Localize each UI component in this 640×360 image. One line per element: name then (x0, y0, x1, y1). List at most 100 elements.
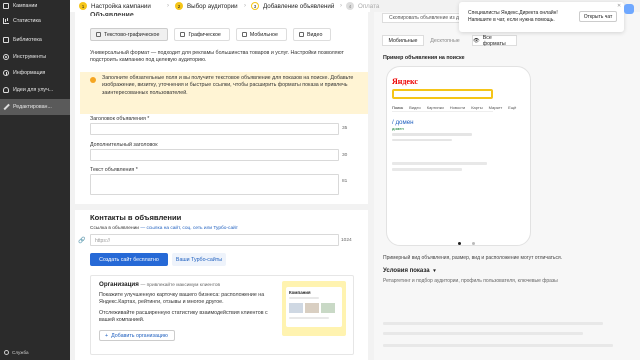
search-menu: Поиск Видео Картинки Новости Карты Марке… (392, 105, 516, 110)
sidebar-item-campaigns[interactable]: Кампании (0, 0, 70, 14)
chevron-right-icon: › (340, 3, 342, 9)
support-label: Служба (12, 350, 29, 355)
conditions-toggle[interactable]: Условия показа ▾ (383, 268, 436, 274)
tab-label: Мобильное (249, 31, 278, 38)
format-description: Универсальный формат — подходит для рекл… (90, 50, 344, 63)
sidebar-item-label: Инструменты (13, 54, 47, 60)
ad-editor: Объявление Текстово-графическое Графичес… (75, 12, 368, 360)
all-formats-button[interactable]: 👁 Все форматы (472, 34, 517, 47)
menu-item: Поиск (392, 105, 404, 110)
step-number: 3 (251, 2, 259, 10)
separator (392, 111, 493, 112)
step-audience[interactable]: 2 Выбор аудитории (175, 1, 238, 11)
tab-video[interactable]: Видео (292, 28, 332, 41)
contacts-title: Контакты в объявлении (90, 213, 182, 222)
warning-icon (90, 77, 96, 83)
ad-text-input[interactable] (90, 174, 339, 195)
text-field-label: Текст объявления * (90, 167, 138, 173)
sidebar: Кампании Статистика Библиотека Инструмен… (0, 0, 70, 360)
chat-icon[interactable] (624, 4, 634, 14)
sidebar-item-label: Статистика (13, 18, 41, 24)
org-preview-card: Компания (286, 287, 342, 327)
yandex-logo: Яндекс (392, 77, 418, 86)
step-payment[interactable]: 4 Оплата (346, 1, 379, 11)
sidebar-item-editing[interactable]: Редактирован... (0, 99, 70, 115)
info-icon (3, 70, 9, 76)
all-formats-label: Все форматы (482, 34, 506, 47)
edit-icon (3, 104, 9, 110)
sidebar-item-label: Идеи для улуч... (13, 87, 54, 93)
image-icon (180, 32, 186, 37)
tab-label: Видео (306, 31, 323, 38)
chat-toast: Специалисты Яндекс.Директа онлайн! Напиш… (459, 2, 624, 32)
link-icon: 🔗 (78, 238, 86, 244)
video-icon (298, 32, 304, 37)
title-counter: 35 (342, 126, 348, 131)
sidebar-item-label: Информация (13, 70, 46, 76)
ideas-icon (3, 87, 9, 93)
org-subtitle: — привлекайте максимум клиентов (140, 283, 221, 288)
tab-label: Графическое (188, 31, 221, 38)
stepper: 1 Настройка кампании › 2 Выбор аудитории ›… (70, 0, 379, 12)
turbo-sites-button[interactable]: Ваши Турбо-сайты (172, 253, 226, 266)
preview-title: Пример объявления на поиске (383, 55, 465, 61)
link-hint: — ссылка на сайт, соц. сеть или Турбо-са… (140, 226, 239, 231)
link-label: Ссылка в объявлении (90, 226, 139, 231)
step-number: 2 (175, 2, 183, 10)
preview-panel: Скопировать объявление из другой Мобильн… (374, 12, 640, 360)
phone-preview: Яндекс Поиск Видео Картинки Новости Карт… (386, 66, 531, 246)
preview-caption: Примерный вид объявления, размер, вид и … (383, 255, 563, 261)
pager-dot-active[interactable] (458, 242, 461, 245)
menu-item: Картинки (426, 105, 444, 110)
conditions-title: Условия показа (383, 268, 430, 274)
section-header-fragment: Объявление (90, 12, 134, 16)
menu-item: Новости (449, 105, 466, 110)
tab-desktop-preview[interactable]: Десктопные (424, 35, 466, 46)
tab-label: Текстово-графическое (104, 31, 160, 38)
tab-text-graphic[interactable]: Текстово-графическое (90, 28, 169, 41)
sidebar-item-label: Редактирован... (13, 104, 52, 110)
step-add-ads[interactable]: 3 Добавление объявлений (251, 1, 334, 11)
phone-icon (241, 32, 247, 37)
step-label: Оплата (358, 2, 380, 10)
chevron-right-icon: › (244, 3, 246, 9)
link-label-row: Ссылка в объявлении — ссылка на сайт, со… (90, 226, 238, 231)
sidebar-item-library[interactable]: Библиотека (0, 32, 70, 48)
tab-mobile-preview[interactable]: Мобильные (382, 35, 424, 46)
sidebar-item-label: Кампании (13, 3, 38, 9)
step-campaign-settings[interactable]: 1 Настройка кампании (79, 1, 151, 11)
conditions-subtitle: Ретаргетинг и подбор аудитории, профиль … (383, 278, 558, 284)
step-number: 1 (79, 2, 87, 10)
campaigns-icon (3, 3, 9, 9)
create-site-button[interactable]: Создать сайт бесплатно (90, 253, 168, 266)
title-field-label: Заголовок объявления * (90, 116, 150, 122)
support-icon (4, 350, 9, 355)
chevron-down-icon: ▾ (433, 268, 436, 274)
title-input[interactable] (90, 123, 339, 135)
open-chat-button[interactable]: Открыть чат (579, 11, 617, 22)
sidebar-item-tools[interactable]: Инструменты (0, 49, 70, 65)
add-organization-button[interactable]: + Добавить организацию (99, 330, 175, 341)
link-input[interactable]: https:// (90, 234, 339, 246)
yandex-search-bar (392, 89, 493, 99)
step-label: Выбор аудитории (187, 2, 238, 10)
org-title: Организация (99, 281, 139, 288)
organization-card: Организация — привлекайте максимум клиен… (90, 275, 354, 355)
org-preview-label: Компания (289, 290, 311, 295)
subtitle-input[interactable] (90, 149, 339, 161)
pager-dot[interactable] (472, 242, 475, 245)
tab-mobile[interactable]: Мобильное (235, 28, 287, 41)
sidebar-item-statistics[interactable]: Статистика (0, 13, 70, 29)
step-number: 4 (346, 2, 354, 10)
close-icon[interactable]: ✕ (617, 3, 621, 9)
statistics-icon (3, 18, 9, 24)
organization-preview-image: Компания (282, 281, 346, 336)
support-link[interactable]: Служба (4, 350, 29, 355)
menu-item: Видео (409, 105, 421, 110)
section-divider (75, 204, 368, 210)
sidebar-item-info[interactable]: Информация (0, 65, 70, 81)
tools-icon (3, 54, 9, 60)
tab-graphic[interactable]: Графическое (174, 28, 230, 41)
org-text-2: Отслеживайте расширенную статистику взаи… (99, 310, 268, 323)
sidebar-item-ideas[interactable]: Идеи для улуч... (0, 82, 70, 98)
